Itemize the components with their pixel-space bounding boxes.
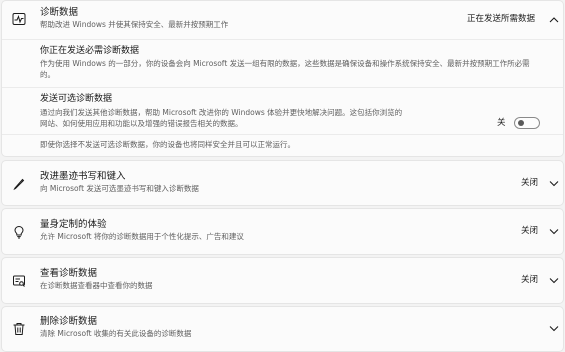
pen-icon [12, 177, 26, 191]
diagnostic-data-header[interactable]: 诊断数据 帮助改进 Windows 并使其保持安全、最新并按预期工作 正在发送所… [2, 1, 563, 38]
optional-data-desc: 通过向我们发送其他诊断数据，帮助 Microsoft 改进你的 Windows … [40, 108, 403, 128]
inking-typing-title: 改进墨迹书写和键入 [40, 171, 126, 182]
toggle-knob [518, 120, 524, 126]
chevron-up-icon[interactable] [549, 16, 559, 23]
tailored-experiences-card[interactable]: 量身定制的体验 允许 Microsoft 将你的诊断数据用于个性化提示、广告和建… [1, 208, 564, 255]
delete-diagnostic-data-card[interactable]: 删除诊断数据 清除 Microsoft 收集的有关此设备的诊断数据 [1, 306, 564, 352]
pulse-chart-icon [12, 12, 26, 26]
tailored-experiences-desc: 允许 Microsoft 将你的诊断数据用于个性化提示、广告和建议 [40, 232, 244, 241]
optional-data-toggle[interactable] [514, 117, 540, 129]
document-view-icon [12, 274, 26, 288]
optional-data-toggle-label: 关 [497, 118, 506, 128]
chevron-down-icon[interactable] [549, 180, 559, 187]
inking-typing-status: 关闭 [521, 178, 539, 188]
optional-data-title: 发送可选诊断数据 [40, 94, 113, 104]
view-diagnostic-data-desc: 在诊断数据查看器中查看你的数据 [40, 281, 153, 290]
inking-typing-card[interactable]: 改进墨迹书写和键入 向 Microsoft 发送可选墨迹书写和键入诊断数据 关闭 [1, 160, 564, 206]
diagnostic-note: 即使你选择不发送可选诊断数据，你的设备也将同样安全并且可以正常运行。 [40, 140, 295, 149]
delete-diagnostic-data-desc: 清除 Microsoft 收集的有关此设备的诊断数据 [40, 329, 192, 338]
chevron-down-icon[interactable] [549, 228, 559, 235]
diagnostic-data-card: 诊断数据 帮助改进 Windows 并使其保持安全、最新并按预期工作 正在发送所… [1, 0, 564, 157]
required-data-title: 你正在发送必需诊断数据 [40, 46, 140, 56]
divider [2, 134, 563, 135]
inking-typing-desc: 向 Microsoft 发送可选墨迹书写和键入诊断数据 [40, 184, 199, 193]
chevron-down-icon[interactable] [549, 325, 559, 332]
divider [2, 87, 563, 88]
tailored-experiences-title: 量身定制的体验 [40, 219, 107, 230]
trash-icon [12, 322, 26, 336]
diagnostic-data-title: 诊断数据 [40, 7, 79, 18]
chevron-down-icon[interactable] [549, 277, 559, 284]
view-diagnostic-data-title: 查看诊断数据 [40, 268, 98, 279]
view-diagnostic-data-status: 关闭 [521, 275, 539, 285]
tailored-experiences-status: 关闭 [521, 226, 539, 236]
delete-diagnostic-data-title: 删除诊断数据 [40, 316, 98, 327]
diagnostic-data-desc: 帮助改进 Windows 并使其保持安全、最新并按预期工作 [40, 20, 229, 29]
required-data-desc: 作为使用 Windows 的一部分，你的设备会向 Microsoft 发送一组有… [40, 59, 530, 79]
lightbulb-icon [12, 225, 26, 239]
view-diagnostic-data-card[interactable]: 查看诊断数据 在诊断数据查看器中查看你的数据 关闭 [1, 257, 564, 304]
diagnostic-data-status: 正在发送所需数据 [467, 14, 536, 24]
divider [2, 39, 563, 40]
